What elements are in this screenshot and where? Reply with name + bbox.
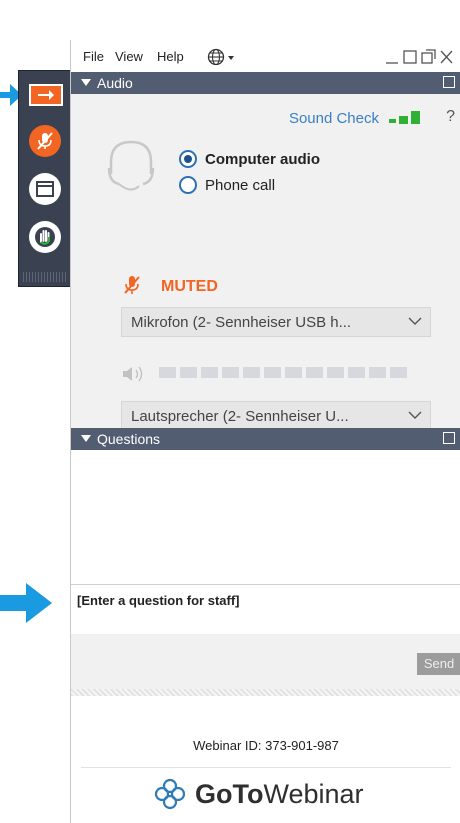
window-icon: [36, 181, 54, 197]
computer-audio-radio[interactable]: [179, 150, 197, 168]
popout-icon[interactable]: [443, 432, 455, 444]
level-segment: [201, 367, 218, 378]
mute-toggle-button[interactable]: [29, 125, 61, 157]
help-button[interactable]: ?: [446, 108, 455, 126]
globe-icon[interactable]: [207, 48, 237, 66]
webinar-id: Webinar ID: 373-901-987: [193, 738, 339, 753]
level-segment: [180, 367, 197, 378]
microphone-muted-icon: [37, 132, 53, 150]
raise-hand-icon: [35, 227, 55, 247]
menu-help[interactable]: Help: [157, 49, 184, 64]
level-segment: [390, 367, 407, 378]
chevron-down-icon: [408, 411, 422, 419]
audio-panel-title: Audio: [97, 75, 133, 91]
audio-panel-header[interactable]: Audio: [71, 72, 460, 94]
close-icon: [440, 50, 453, 64]
questions-log: [71, 450, 460, 584]
brand-goto: GoTo: [195, 778, 264, 809]
dock-collapse-button[interactable]: [29, 84, 63, 106]
control-dock: [18, 70, 72, 287]
level-segment: [348, 367, 365, 378]
arrow-right-icon: [38, 90, 54, 100]
microphone-muted-icon[interactable]: [123, 274, 141, 296]
restore-icon: [403, 50, 417, 64]
dock-grip[interactable]: [23, 272, 67, 282]
menu-bar: File View Help: [71, 40, 460, 72]
speaker-level-meter: [159, 367, 429, 381]
send-button[interactable]: Send: [417, 653, 460, 675]
footer: Webinar ID: 373-901-987 GoTo Webinar: [71, 696, 460, 823]
gotowebinar-control-panel: File View Help Audio Sound Check ? Compu…: [70, 40, 460, 823]
level-segment: [159, 367, 176, 378]
level-segment: [264, 367, 281, 378]
radio-selected-dot: [184, 155, 192, 163]
popout-icon[interactable]: [443, 76, 455, 88]
brand-webinar: Webinar: [263, 778, 364, 809]
window-controls: [386, 49, 453, 64]
phone-call-radio[interactable]: [179, 176, 197, 194]
footer-divider: [81, 767, 451, 768]
question-input[interactable]: [Enter a question for staff]: [71, 584, 460, 636]
send-bar: Send: [71, 634, 460, 689]
questions-panel-header[interactable]: Questions: [71, 428, 460, 450]
headset-icon: [107, 140, 155, 191]
microphone-select[interactable]: Mikrofon (2- Sennheiser USB h...: [121, 307, 431, 337]
mute-status: MUTED: [161, 278, 218, 295]
level-segment: [369, 367, 386, 378]
level-segment: [222, 367, 239, 378]
computer-audio-label: Computer audio: [205, 151, 320, 168]
sound-check-link[interactable]: Sound Check: [289, 110, 379, 127]
level-segment: [243, 367, 260, 378]
popout-icon: [421, 52, 433, 64]
speaker-icon: [123, 366, 143, 382]
collapse-triangle-icon: [81, 435, 91, 442]
gotowebinar-logo-icon: [154, 778, 186, 810]
level-segment: [306, 367, 323, 378]
question-input-placeholder: [Enter a question for staff]: [77, 593, 240, 608]
gotowebinar-logo: GoTo Webinar: [153, 776, 364, 812]
audio-panel: Sound Check ? Computer audio Phone call …: [71, 94, 460, 431]
raise-hand-button[interactable]: [29, 221, 61, 253]
signal-level-icon: [389, 111, 420, 124]
menu-file[interactable]: File: [83, 49, 104, 64]
screen-viewer-button[interactable]: [29, 173, 61, 205]
menu-view[interactable]: View: [115, 49, 143, 64]
phone-call-label: Phone call: [205, 177, 276, 194]
microphone-select-value: Mikrofon (2- Sennheiser USB h...: [131, 314, 352, 331]
chevron-down-icon: [408, 317, 422, 325]
speaker-select-value: Lautsprecher (2- Sennheiser U...: [131, 408, 349, 425]
questions-panel-title: Questions: [97, 431, 161, 447]
level-segment: [327, 367, 344, 378]
level-segment: [285, 367, 302, 378]
annotation-arrow-icon: [0, 583, 52, 623]
collapse-triangle-icon: [81, 79, 91, 86]
speaker-select[interactable]: Lautsprecher (2- Sennheiser U...: [121, 401, 431, 431]
